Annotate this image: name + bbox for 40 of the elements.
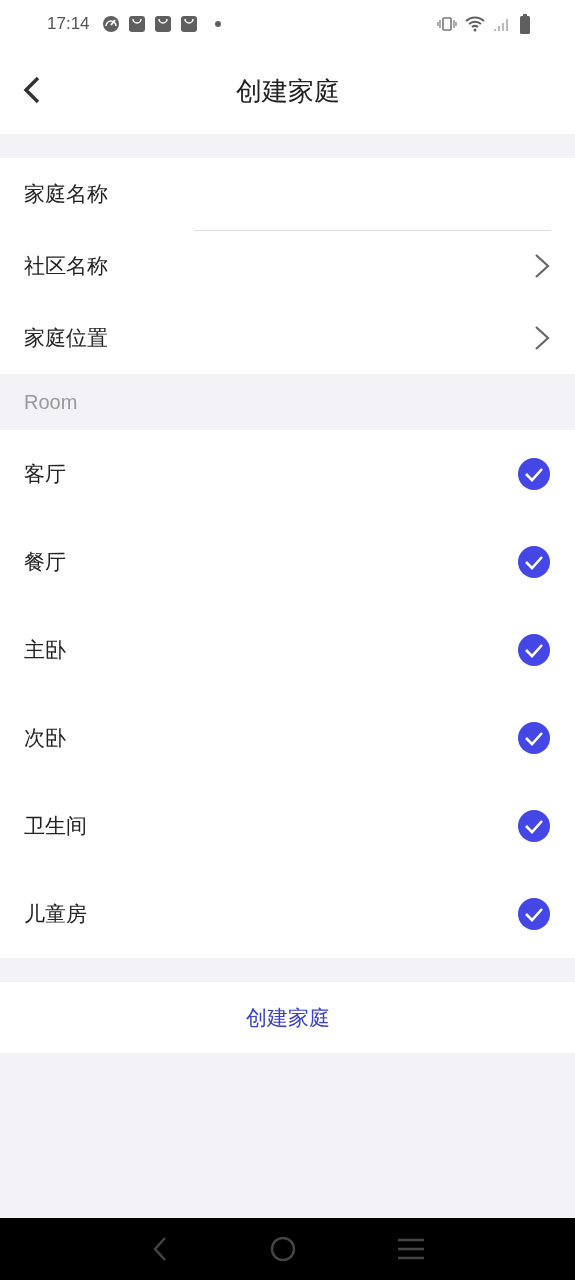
- back-button[interactable]: [22, 75, 42, 105]
- shopping-bag-icon: [179, 15, 198, 33]
- checkbox[interactable]: [517, 721, 551, 755]
- signal-icon: [493, 16, 511, 32]
- list-item[interactable]: 客厅: [0, 430, 575, 518]
- checkbox[interactable]: [517, 545, 551, 579]
- vibrate-icon: [437, 16, 457, 32]
- room-name: 主卧: [24, 637, 66, 664]
- room-name: 客厅: [24, 461, 66, 488]
- checkbox[interactable]: [517, 809, 551, 843]
- list-item[interactable]: 主卧: [0, 606, 575, 694]
- section-header: Room: [24, 390, 78, 414]
- chevron-right-icon: [533, 253, 551, 279]
- room-name: 餐厅: [24, 549, 66, 576]
- status-time: 17:14: [47, 14, 90, 34]
- page-title: 创建家庭: [235, 74, 340, 108]
- field-label: 家庭名称: [24, 181, 108, 208]
- chevron-right-icon: [533, 325, 551, 351]
- list-item[interactable]: 次卧: [0, 694, 575, 782]
- list-item[interactable]: 卫生间: [0, 782, 575, 870]
- list-item[interactable]: 社区名称: [0, 230, 575, 302]
- battery-icon: [519, 14, 531, 34]
- back-icon: [22, 75, 42, 105]
- checkbox[interactable]: [517, 457, 551, 491]
- list-item[interactable]: 餐厅: [0, 518, 575, 606]
- list-item[interactable]: 儿童房: [0, 870, 575, 958]
- field-label: 社区名称: [24, 253, 108, 280]
- room-name: 次卧: [24, 725, 66, 752]
- shopping-bag-icon: [127, 15, 146, 33]
- checkbox[interactable]: [517, 897, 551, 931]
- room-name: 儿童房: [24, 901, 87, 928]
- gauge-icon: [101, 15, 120, 33]
- room-name: 卫生间: [24, 813, 87, 840]
- create-button[interactable]: 创建家庭: [237, 999, 338, 1036]
- dot-icon: [213, 20, 222, 28]
- shopping-bag-icon: [153, 15, 172, 33]
- list-item[interactable]: 家庭位置: [0, 302, 575, 374]
- field-label: 家庭位置: [24, 325, 108, 352]
- wifi-icon: [465, 16, 485, 32]
- checkbox[interactable]: [517, 633, 551, 667]
